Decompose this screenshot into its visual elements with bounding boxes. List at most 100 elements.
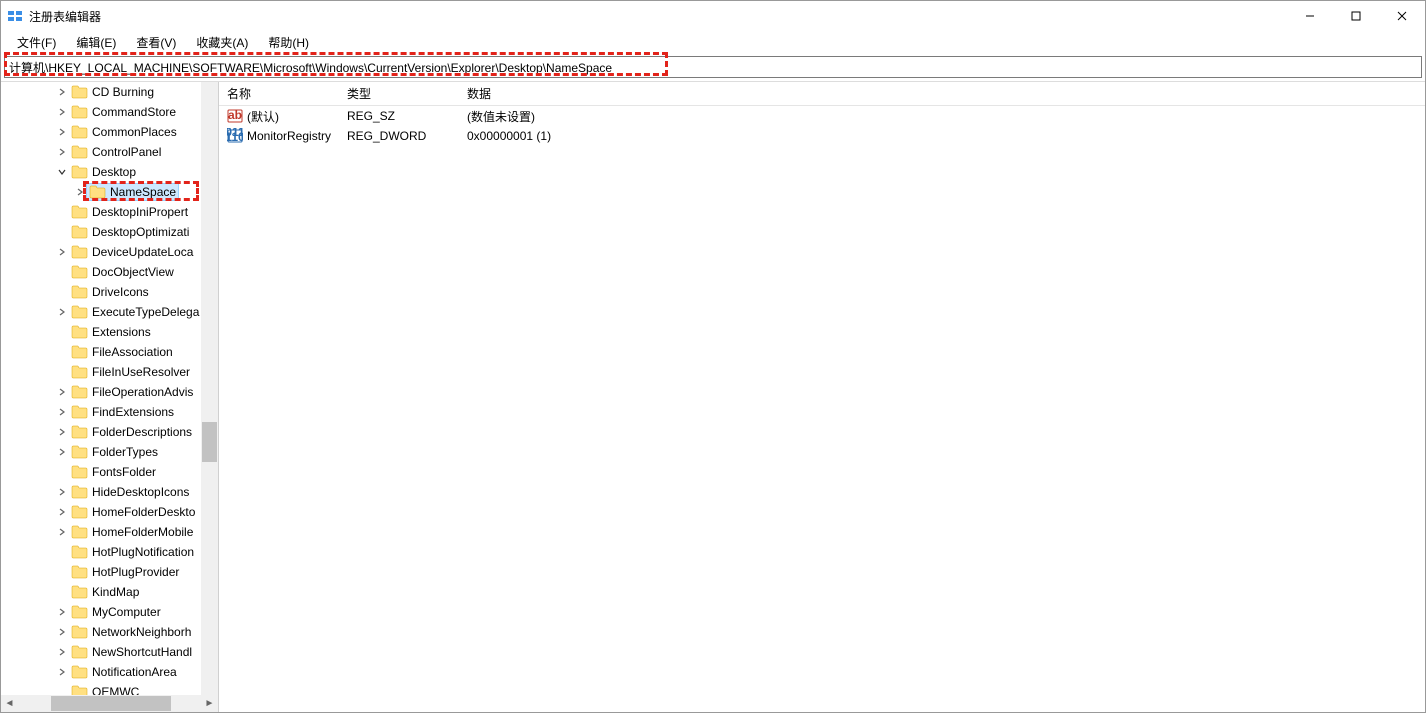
chevron-right-icon[interactable] bbox=[55, 425, 69, 439]
folder-icon bbox=[71, 445, 89, 459]
chevron-right-icon[interactable] bbox=[55, 665, 69, 679]
value-row[interactable]: 011110MonitorRegistryREG_DWORD0x00000001… bbox=[219, 126, 1425, 146]
chevron-right-icon[interactable] bbox=[55, 505, 69, 519]
tree-horizontal-scrollbar[interactable]: ◄ ► bbox=[1, 695, 218, 712]
menu-help[interactable]: 帮助(H) bbox=[258, 32, 319, 53]
tree-item[interactable]: HomeFolderMobile bbox=[1, 522, 218, 542]
tree-item[interactable]: NetworkNeighborh bbox=[1, 622, 218, 642]
scroll-right-arrow[interactable]: ► bbox=[201, 695, 218, 712]
tree-item-label: KindMap bbox=[92, 585, 139, 599]
tree-item[interactable]: MyComputer bbox=[1, 602, 218, 622]
registry-editor-window: 注册表编辑器 文件(F) 编辑(E) 查看(V) 收藏夹(A) 帮助(H) CD… bbox=[0, 0, 1426, 713]
tree-item[interactable]: DeviceUpdateLoca bbox=[1, 242, 218, 262]
tree-item-label: FileInUseResolver bbox=[92, 365, 190, 379]
close-button[interactable] bbox=[1379, 1, 1425, 31]
folder-icon bbox=[71, 505, 89, 519]
folder-icon bbox=[71, 565, 89, 579]
chevron-down-icon[interactable] bbox=[55, 165, 69, 179]
tree-item[interactable]: Desktop bbox=[1, 162, 218, 182]
menu-file[interactable]: 文件(F) bbox=[7, 32, 66, 53]
column-header-type[interactable]: 类型 bbox=[339, 85, 459, 102]
tree-item[interactable]: NameSpace bbox=[1, 182, 218, 202]
tree-item-label: ExecuteTypeDelega bbox=[92, 305, 199, 319]
folder-icon bbox=[71, 665, 89, 679]
value-type: REG_DWORD bbox=[339, 129, 459, 143]
value-data: 0x00000001 (1) bbox=[459, 129, 1425, 143]
tree-item[interactable]: KindMap bbox=[1, 582, 218, 602]
folder-icon bbox=[71, 625, 89, 639]
tree-vertical-scrollbar[interactable] bbox=[201, 82, 218, 695]
tree-item[interactable]: CommonPlaces bbox=[1, 122, 218, 142]
menu-view[interactable]: 查看(V) bbox=[126, 32, 186, 53]
chevron-right-icon[interactable] bbox=[55, 305, 69, 319]
minimize-button[interactable] bbox=[1287, 1, 1333, 31]
column-header-data[interactable]: 数据 bbox=[459, 85, 1425, 102]
tree-item[interactable]: OEMWC bbox=[1, 682, 218, 695]
tree-item[interactable]: HomeFolderDeskto bbox=[1, 502, 218, 522]
folder-icon bbox=[71, 685, 89, 695]
tree-item[interactable]: HotPlugNotification bbox=[1, 542, 218, 562]
tree-item[interactable]: FontsFolder bbox=[1, 462, 218, 482]
tree-item[interactable]: FolderTypes bbox=[1, 442, 218, 462]
tree-item[interactable]: DocObjectView bbox=[1, 262, 218, 282]
chevron-right-icon[interactable] bbox=[55, 445, 69, 459]
folder-icon bbox=[71, 385, 89, 399]
tree-item-label: HomeFolderMobile bbox=[92, 525, 193, 539]
column-header-name[interactable]: 名称 bbox=[219, 85, 339, 102]
folder-icon bbox=[71, 405, 89, 419]
address-input[interactable] bbox=[4, 56, 1422, 78]
tree-item[interactable]: DesktopOptimizati bbox=[1, 222, 218, 242]
tree-item[interactable]: ExecuteTypeDelega bbox=[1, 302, 218, 322]
chevron-right-icon[interactable] bbox=[55, 105, 69, 119]
scroll-left-arrow[interactable]: ◄ bbox=[1, 695, 18, 712]
tree-item[interactable]: DriveIcons bbox=[1, 282, 218, 302]
tree-item[interactable]: NewShortcutHandl bbox=[1, 642, 218, 662]
tree-item[interactable]: FolderDescriptions bbox=[1, 422, 218, 442]
value-name: (默认) bbox=[247, 108, 279, 125]
tree-item-label: DriveIcons bbox=[92, 285, 149, 299]
folder-icon bbox=[89, 185, 107, 199]
menu-favorites[interactable]: 收藏夹(A) bbox=[186, 32, 258, 53]
scrollbar-thumb[interactable] bbox=[51, 696, 171, 711]
value-type: REG_SZ bbox=[339, 109, 459, 123]
tree-item[interactable]: FileAssociation bbox=[1, 342, 218, 362]
chevron-right-icon[interactable] bbox=[55, 145, 69, 159]
chevron-right-icon[interactable] bbox=[55, 125, 69, 139]
chevron-right-icon[interactable] bbox=[55, 405, 69, 419]
scrollbar-thumb[interactable] bbox=[202, 422, 217, 462]
tree-item-label: NotificationArea bbox=[92, 665, 177, 679]
tree-item[interactable]: NotificationArea bbox=[1, 662, 218, 682]
tree-item[interactable]: CD Burning bbox=[1, 82, 218, 102]
tree-item[interactable]: FindExtensions bbox=[1, 402, 218, 422]
tree-item[interactable]: HideDesktopIcons bbox=[1, 482, 218, 502]
tree-item[interactable]: FileOperationAdvis bbox=[1, 382, 218, 402]
window-controls bbox=[1287, 1, 1425, 31]
menu-edit[interactable]: 编辑(E) bbox=[66, 32, 126, 53]
chevron-right-icon[interactable] bbox=[55, 605, 69, 619]
folder-icon bbox=[71, 265, 89, 279]
value-row[interactable]: ab(默认)REG_SZ(数值未设置) bbox=[219, 106, 1425, 126]
chevron-right-icon[interactable] bbox=[55, 625, 69, 639]
tree-item-label: HotPlugNotification bbox=[92, 545, 194, 559]
chevron-right-icon[interactable] bbox=[55, 525, 69, 539]
tree-item[interactable]: ControlPanel bbox=[1, 142, 218, 162]
tree-item[interactable]: HotPlugProvider bbox=[1, 562, 218, 582]
string-value-icon: ab bbox=[227, 108, 243, 124]
tree-item[interactable]: CommandStore bbox=[1, 102, 218, 122]
maximize-button[interactable] bbox=[1333, 1, 1379, 31]
chevron-right-icon[interactable] bbox=[73, 185, 87, 199]
chevron-right-icon[interactable] bbox=[55, 485, 69, 499]
chevron-right-icon[interactable] bbox=[55, 85, 69, 99]
chevron-right-icon[interactable] bbox=[55, 245, 69, 259]
svg-text:110: 110 bbox=[227, 130, 243, 144]
chevron-right-icon[interactable] bbox=[55, 645, 69, 659]
tree-item-label: FolderDescriptions bbox=[92, 425, 192, 439]
tree-item[interactable]: FileInUseResolver bbox=[1, 362, 218, 382]
window-title: 注册表编辑器 bbox=[29, 8, 1287, 25]
tree-item[interactable]: Extensions bbox=[1, 322, 218, 342]
tree-item[interactable]: DesktopIniPropert bbox=[1, 202, 218, 222]
chevron-right-icon[interactable] bbox=[55, 385, 69, 399]
folder-icon bbox=[71, 645, 89, 659]
tree-item-label: HomeFolderDeskto bbox=[92, 505, 195, 519]
tree-item-label: FileOperationAdvis bbox=[92, 385, 193, 399]
